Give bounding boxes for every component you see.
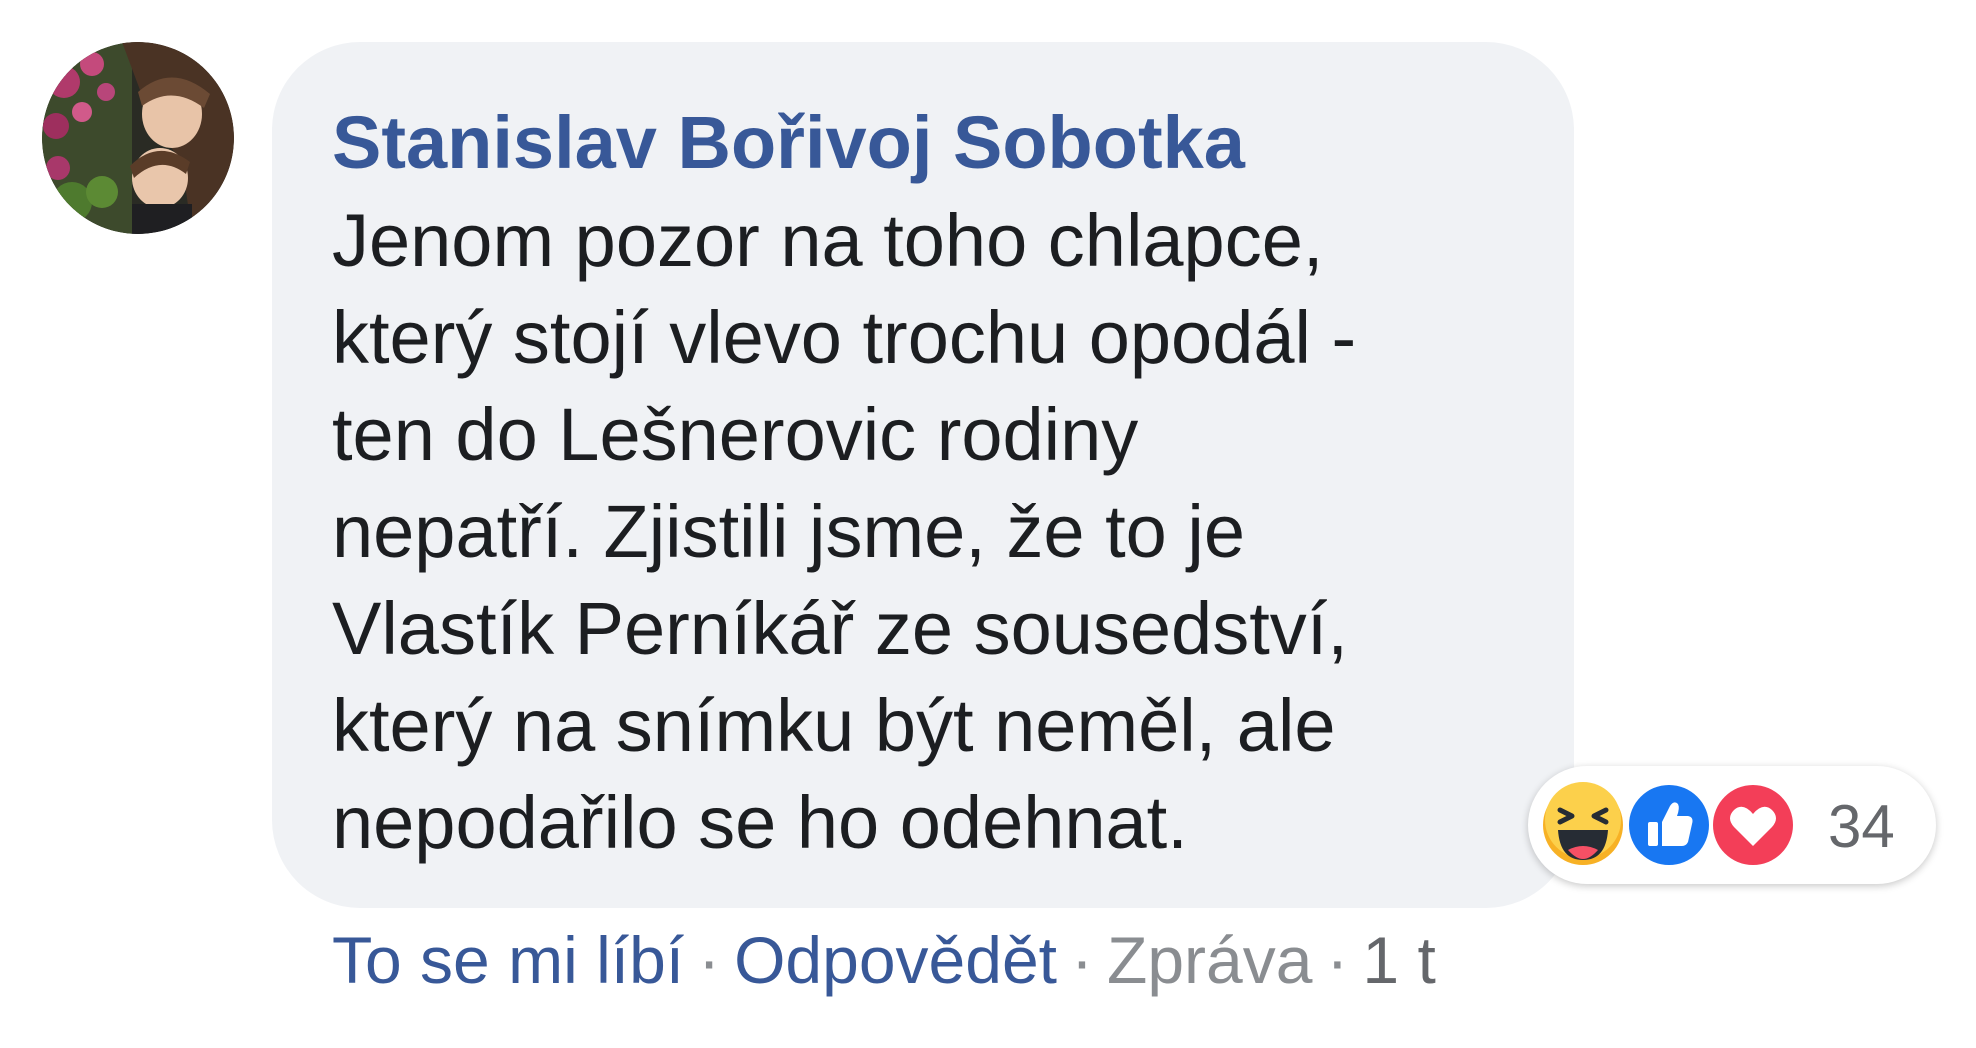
haha-icon: [1539, 781, 1627, 869]
comment-container: Stanislav Bořivoj Sobotka Jenom pozor na…: [0, 0, 1976, 1048]
like-link[interactable]: To se mi líbí: [332, 923, 684, 997]
avatar-photo: [42, 42, 234, 234]
comment-timestamp[interactable]: 1 t: [1362, 923, 1435, 997]
comment-text-line: ten do Lešnerovic rodiny: [332, 393, 1139, 476]
avatar[interactable]: [42, 42, 234, 234]
comment-bubble: Stanislav Bořivoj Sobotka Jenom pozor na…: [272, 42, 1574, 908]
comment-actions: To se mi líbí · Odpovědět · Zpráva · 1 t: [332, 922, 1436, 998]
love-icon: [1709, 781, 1797, 869]
comment-text-line: Vlastík Perníkář ze sousedství,: [332, 587, 1348, 670]
comment-author-name[interactable]: Stanislav Bořivoj Sobotka: [332, 100, 1245, 185]
comment-text-line: nepatří. Zjistili jsme, že to je: [332, 490, 1245, 573]
reply-link[interactable]: Odpovědět: [734, 923, 1057, 997]
comment-text-line: který stojí vlevo trochu opodál -: [332, 296, 1357, 379]
like-icon: [1625, 781, 1713, 869]
reaction-count: 34: [1828, 793, 1895, 860]
separator-dot: ·: [1326, 923, 1349, 997]
comment-text-line: nepodařilo se ho odehnat.: [332, 781, 1188, 864]
separator-dot: ·: [698, 923, 721, 997]
message-link[interactable]: Zpráva: [1107, 923, 1312, 997]
comment-text-line: Jenom pozor na toho chlapce,: [332, 199, 1324, 282]
separator-dot: ·: [1071, 923, 1093, 997]
reactions-summary[interactable]: 34: [1528, 766, 1936, 884]
comment-text: Jenom pozor na toho chlapce, který stojí…: [332, 192, 1572, 871]
comment-text-line: který na snímku být neměl, ale: [332, 684, 1336, 767]
